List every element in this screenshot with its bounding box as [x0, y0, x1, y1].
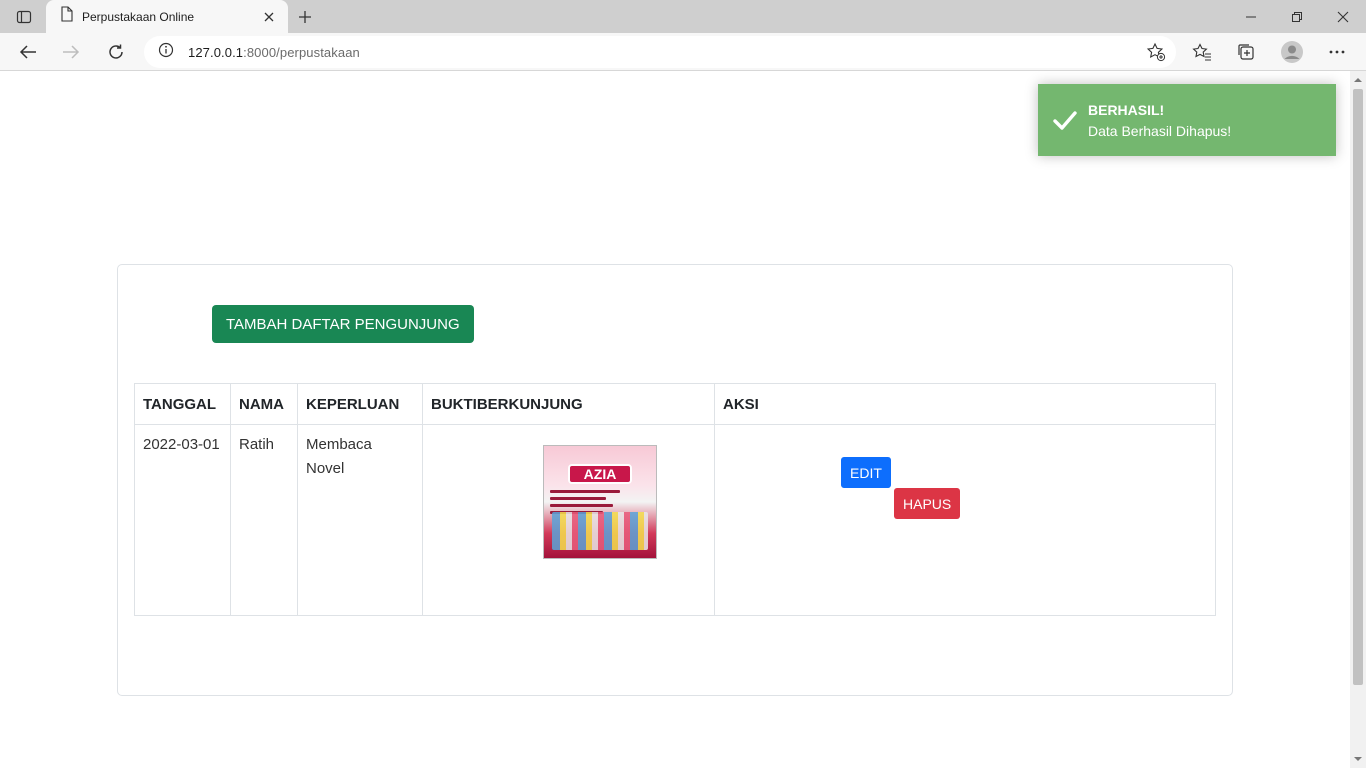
url-host: 127.0.0.1: [188, 44, 244, 60]
more-menu-icon[interactable]: [1322, 37, 1352, 67]
tab-actions-icon[interactable]: [8, 6, 40, 28]
browser-toolbar: 127.0.0.1:8000/perpustakaan: [0, 33, 1366, 71]
new-tab-icon[interactable]: [292, 5, 318, 29]
restore-icon[interactable]: [1274, 0, 1320, 33]
browser-tab-strip: Perpustakaan Online: [0, 0, 1366, 33]
scroll-up-icon[interactable]: [1354, 76, 1362, 84]
back-icon[interactable]: [13, 37, 43, 67]
scrollbar-thumb[interactable]: [1353, 89, 1363, 685]
header-aksi: AKSI: [714, 383, 1216, 425]
page-icon: [60, 6, 74, 27]
toast-message: Data Berhasil Dihapus!: [1088, 122, 1232, 139]
address-bar[interactable]: 127.0.0.1:8000/perpustakaan: [144, 36, 1176, 68]
url-path: :8000/perpustakaan: [243, 44, 360, 60]
thumbnail-brand: AZIA: [568, 464, 632, 484]
site-info-icon[interactable]: [158, 42, 174, 63]
tab-title: Perpustakaan Online: [82, 9, 195, 24]
row-actions: EDIT HAPUS: [723, 433, 1207, 607]
visitor-card: TAMBAH DAFTAR PENGUNJUNG TANGGAL NAMA KE…: [117, 264, 1233, 696]
thumbnail-products: [552, 512, 648, 550]
toast-body: BERHASIL! Data Berhasil Dihapus!: [1088, 102, 1231, 139]
scroll-down-icon[interactable]: [1354, 755, 1362, 763]
header-nama: NAMA: [230, 383, 298, 425]
collections-icon[interactable]: [1231, 37, 1261, 67]
cell-nama: Ratih: [230, 424, 298, 616]
close-tab-icon[interactable]: [260, 8, 278, 26]
success-toast[interactable]: BERHASIL! Data Berhasil Dihapus!: [1038, 84, 1336, 156]
table-header-row: TANGGAL NAMA KEPERLUAN BUKTIBERKUNJUNG A…: [134, 383, 1216, 425]
reload-icon[interactable]: [101, 37, 131, 67]
url-text: 127.0.0.1:8000/perpustakaan: [188, 45, 360, 60]
checkmark-icon: [1052, 107, 1078, 133]
header-bukti: BUKTIBERKUNJUNG: [422, 383, 715, 425]
table-row: 2022-03-01 Ratih Membaca Novel TOKO SUSU…: [134, 424, 1216, 616]
page-content: TAMBAH DAFTAR PENGUNJUNG TANGGAL NAMA KE…: [0, 71, 1350, 768]
add-visitor-button[interactable]: TAMBAH DAFTAR PENGUNJUNG: [212, 305, 474, 343]
favorites-icon[interactable]: [1187, 37, 1217, 67]
page-scrollbar[interactable]: [1350, 71, 1366, 768]
edit-button[interactable]: EDIT: [841, 457, 891, 488]
close-window-icon[interactable]: [1320, 0, 1366, 33]
header-tanggal: TANGGAL: [134, 383, 231, 425]
toast-title: BERHASIL!: [1088, 101, 1165, 118]
cell-aksi: EDIT HAPUS: [714, 424, 1216, 616]
cell-keperluan: Membaca Novel: [297, 424, 423, 616]
header-keperluan: KEPERLUAN: [297, 383, 423, 425]
bukti-thumbnail-image: TOKO SUSU AZIA: [543, 445, 657, 559]
browser-tab[interactable]: Perpustakaan Online: [46, 0, 288, 33]
minimize-icon[interactable]: [1228, 0, 1274, 33]
add-favorite-icon[interactable]: [1146, 42, 1166, 62]
delete-button[interactable]: HAPUS: [894, 488, 961, 519]
cell-bukti: TOKO SUSU AZIA: [422, 424, 715, 616]
forward-icon[interactable]: [56, 37, 86, 67]
cell-tanggal: 2022-03-01: [134, 424, 231, 616]
profile-avatar-icon[interactable]: [1277, 37, 1307, 67]
visitor-table: TANGGAL NAMA KEPERLUAN BUKTIBERKUNJUNG A…: [134, 383, 1216, 616]
